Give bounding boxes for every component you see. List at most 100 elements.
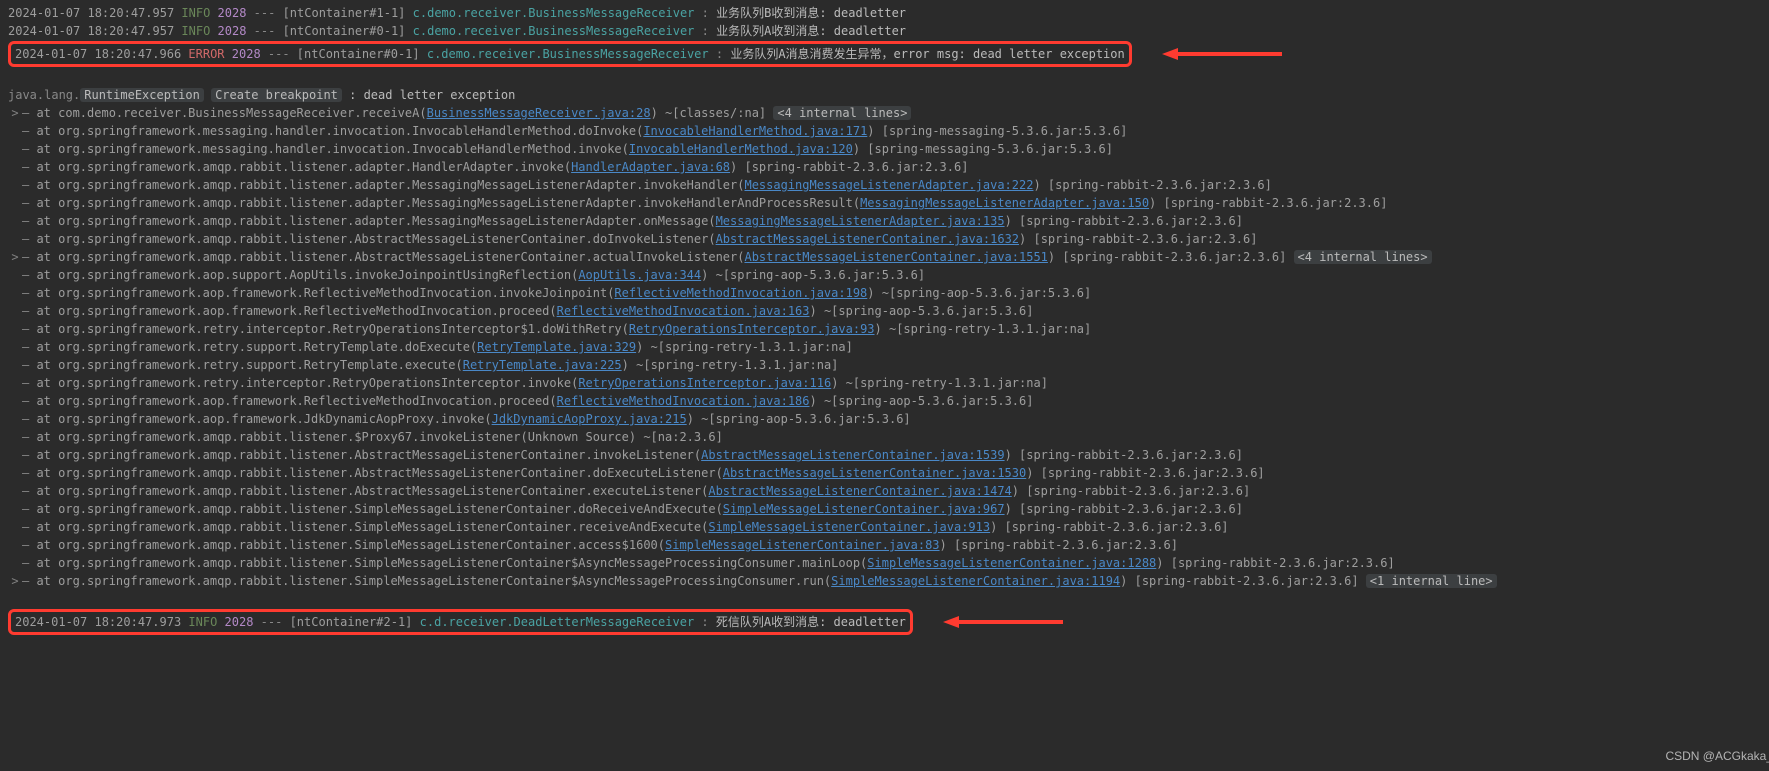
source-link[interactable]: AbstractMessageListenerContainer.java:15… bbox=[701, 448, 1004, 462]
frame-jar: ) ~[spring-retry-1.3.1.jar:na] bbox=[636, 340, 853, 354]
source-link[interactable]: JdkDynamicAopProxy.java:215 bbox=[492, 412, 687, 426]
stack-frame: — at org.springframework.retry.intercept… bbox=[8, 320, 1769, 338]
stack-frame: >— at org.springframework.amqp.rabbit.li… bbox=[8, 248, 1769, 266]
frame-jar: ) [spring-rabbit-2.3.6.jar:2.3.6] bbox=[1012, 484, 1250, 498]
stack-frame: — at org.springframework.aop.framework.R… bbox=[8, 392, 1769, 410]
internal-lines-badge[interactable]: <4 internal lines> bbox=[773, 106, 911, 120]
frame-method: at org.springframework.amqp.rabbit.liste… bbox=[36, 574, 831, 588]
frame-method: at org.springframework.amqp.rabbit.liste… bbox=[36, 502, 722, 516]
source-link[interactable]: AbstractMessageListenerContainer.java:15… bbox=[723, 466, 1026, 480]
highlight-box: 2024-01-07 18:20:47.973 INFO 2028 --- [n… bbox=[8, 609, 913, 635]
frame-jar: ~[na:2.3.6] bbox=[636, 430, 723, 444]
source-link[interactable]: RetryOperationsInterceptor.java:93 bbox=[629, 322, 875, 336]
log-line: 2024-01-07 18:20:47.957 INFO 2028 --- [n… bbox=[8, 4, 1769, 22]
source-link[interactable]: MessagingMessageListenerAdapter.java:150 bbox=[860, 196, 1149, 210]
frame-method: at org.springframework.aop.framework.Ref… bbox=[36, 304, 556, 318]
frame-gutter-icon[interactable]: > bbox=[8, 572, 22, 590]
source-link[interactable]: MessagingMessageListenerAdapter.java:222 bbox=[744, 178, 1033, 192]
frame-jar: ) ~[spring-retry-1.3.1.jar:na] bbox=[831, 376, 1048, 390]
frame-method: at org.springframework.amqp.rabbit.liste… bbox=[36, 232, 715, 246]
frame-jar: ) [spring-rabbit-2.3.6.jar:2.3.6] bbox=[1005, 448, 1243, 462]
exception-class[interactable]: RuntimeException bbox=[80, 88, 204, 102]
blank-line bbox=[8, 590, 1769, 608]
frame-jar: ) ~[spring-aop-5.3.6.jar:5.3.6] bbox=[810, 394, 1034, 408]
source-link[interactable]: SimpleMessageListenerContainer.java:913 bbox=[708, 520, 990, 534]
frame-method: at com.demo.receiver.BusinessMessageRece… bbox=[36, 106, 426, 120]
log-separator: --- bbox=[261, 47, 297, 61]
create-breakpoint-button[interactable]: Create breakpoint bbox=[211, 88, 342, 102]
source-link[interactable]: AopUtils.java:344 bbox=[578, 268, 701, 282]
frame-method: at org.springframework.retry.support.Ret… bbox=[36, 340, 477, 354]
frame-jar: ) [spring-rabbit-2.3.6.jar:2.3.6] bbox=[730, 160, 968, 174]
log-thread: [ntContainer#1-1] bbox=[283, 6, 406, 20]
stack-frame: >— at com.demo.receiver.BusinessMessageR… bbox=[8, 104, 1769, 122]
frame-bullet-icon: — bbox=[22, 376, 36, 390]
exception-message: : dead letter exception bbox=[342, 88, 515, 102]
frame-method: at org.springframework.amqp.rabbit.liste… bbox=[36, 160, 571, 174]
stack-frame: — at org.springframework.retry.support.R… bbox=[8, 338, 1769, 356]
stack-frame: — at org.springframework.amqp.rabbit.lis… bbox=[8, 518, 1769, 536]
frame-jar: ) [spring-messaging-5.3.6.jar:5.3.6] bbox=[853, 142, 1113, 156]
source-link[interactable]: RetryTemplate.java:329 bbox=[477, 340, 636, 354]
source-link[interactable]: HandlerAdapter.java:68 bbox=[571, 160, 730, 174]
log-colon: : bbox=[709, 47, 731, 61]
source-link[interactable]: SimpleMessageListenerContainer.java:83 bbox=[665, 538, 940, 552]
stack-frame: — at org.springframework.retry.support.R… bbox=[8, 356, 1769, 374]
frame-bullet-icon: — bbox=[22, 160, 36, 174]
source-link[interactable]: AbstractMessageListenerContainer.java:14… bbox=[708, 484, 1011, 498]
frame-jar: ) [spring-rabbit-2.3.6.jar:2.3.6] bbox=[1149, 196, 1387, 210]
frame-gutter-icon[interactable]: > bbox=[8, 104, 22, 122]
frame-bullet-icon: — bbox=[22, 358, 36, 372]
source-link[interactable]: InvocableHandlerMethod.java:120 bbox=[629, 142, 853, 156]
frame-bullet-icon: — bbox=[22, 268, 36, 282]
blank-line bbox=[8, 68, 1769, 86]
frame-gutter-icon[interactable]: > bbox=[8, 248, 22, 266]
log-thread: [ntContainer#2-1] bbox=[290, 615, 413, 629]
source-link[interactable]: SimpleMessageListenerContainer.java:967 bbox=[723, 502, 1005, 516]
source-link[interactable]: ReflectiveMethodInvocation.java:198 bbox=[614, 286, 867, 300]
frame-method: at org.springframework.aop.framework.Ref… bbox=[36, 394, 556, 408]
watermark: CSDN @ACGkaka_ bbox=[1665, 747, 1769, 765]
stack-frame: — at org.springframework.amqp.rabbit.lis… bbox=[8, 194, 1769, 212]
exception-package: java.lang. bbox=[8, 88, 80, 102]
source-link[interactable]: SimpleMessageListenerContainer.java:1194 bbox=[831, 574, 1120, 588]
stack-frame: — at org.springframework.aop.framework.J… bbox=[8, 410, 1769, 428]
frame-jar: ) [spring-rabbit-2.3.6.jar:2.3.6] bbox=[1005, 502, 1243, 516]
source-link[interactable]: AbstractMessageListenerContainer.java:16… bbox=[716, 232, 1019, 246]
source-link[interactable]: AbstractMessageListenerContainer.java:15… bbox=[744, 250, 1047, 264]
source-link[interactable]: ReflectiveMethodInvocation.java:163 bbox=[557, 304, 810, 318]
log-class: c.demo.receiver.BusinessMessageReceiver bbox=[413, 24, 695, 38]
source-link[interactable]: BusinessMessageReceiver.java:28 bbox=[427, 106, 651, 120]
log-pid: 2028 bbox=[218, 24, 247, 38]
source-link[interactable]: InvocableHandlerMethod.java:171 bbox=[643, 124, 867, 138]
source-link[interactable]: RetryTemplate.java:225 bbox=[463, 358, 622, 372]
frame-method: at org.springframework.messaging.handler… bbox=[36, 142, 628, 156]
source-link[interactable]: ReflectiveMethodInvocation.java:186 bbox=[557, 394, 810, 408]
stack-frame: >— at org.springframework.amqp.rabbit.li… bbox=[8, 572, 1769, 590]
stack-frame: — at org.springframework.aop.framework.R… bbox=[8, 284, 1769, 302]
log-colon: : bbox=[694, 24, 716, 38]
stack-frame: — at org.springframework.aop.framework.R… bbox=[8, 302, 1769, 320]
frame-bullet-icon: — bbox=[22, 106, 36, 120]
stack-frame: — at org.springframework.amqp.rabbit.lis… bbox=[8, 212, 1769, 230]
log-separator: --- bbox=[246, 24, 282, 38]
frame-jar: ) [spring-messaging-5.3.6.jar:5.3.6] bbox=[867, 124, 1127, 138]
source-link[interactable]: RetryOperationsInterceptor.java:116 bbox=[578, 376, 831, 390]
log-level: ERROR bbox=[188, 47, 224, 61]
internal-lines-badge[interactable]: <4 internal lines> bbox=[1294, 250, 1432, 264]
log-message: 死信队列A收到消息: deadletter bbox=[716, 615, 906, 629]
log-message: 业务队列B收到消息: deadletter bbox=[716, 6, 906, 20]
internal-lines-badge[interactable]: <1 internal line> bbox=[1366, 574, 1497, 588]
frame-bullet-icon: — bbox=[22, 232, 36, 246]
frame-jar: ) ~[spring-aop-5.3.6.jar:5.3.6] bbox=[687, 412, 911, 426]
frame-method: at org.springframework.amqp.rabbit.liste… bbox=[36, 430, 636, 444]
frame-bullet-icon: — bbox=[22, 520, 36, 534]
source-link[interactable]: MessagingMessageListenerAdapter.java:135 bbox=[716, 214, 1005, 228]
frame-bullet-icon: — bbox=[22, 538, 36, 552]
frame-method: at org.springframework.amqp.rabbit.liste… bbox=[36, 214, 715, 228]
source-link[interactable]: SimpleMessageListenerContainer.java:1288 bbox=[867, 556, 1156, 570]
log-separator: --- bbox=[253, 615, 289, 629]
log-colon: : bbox=[694, 6, 716, 20]
stack-frame: — at org.springframework.amqp.rabbit.lis… bbox=[8, 500, 1769, 518]
frame-bullet-icon: — bbox=[22, 412, 36, 426]
